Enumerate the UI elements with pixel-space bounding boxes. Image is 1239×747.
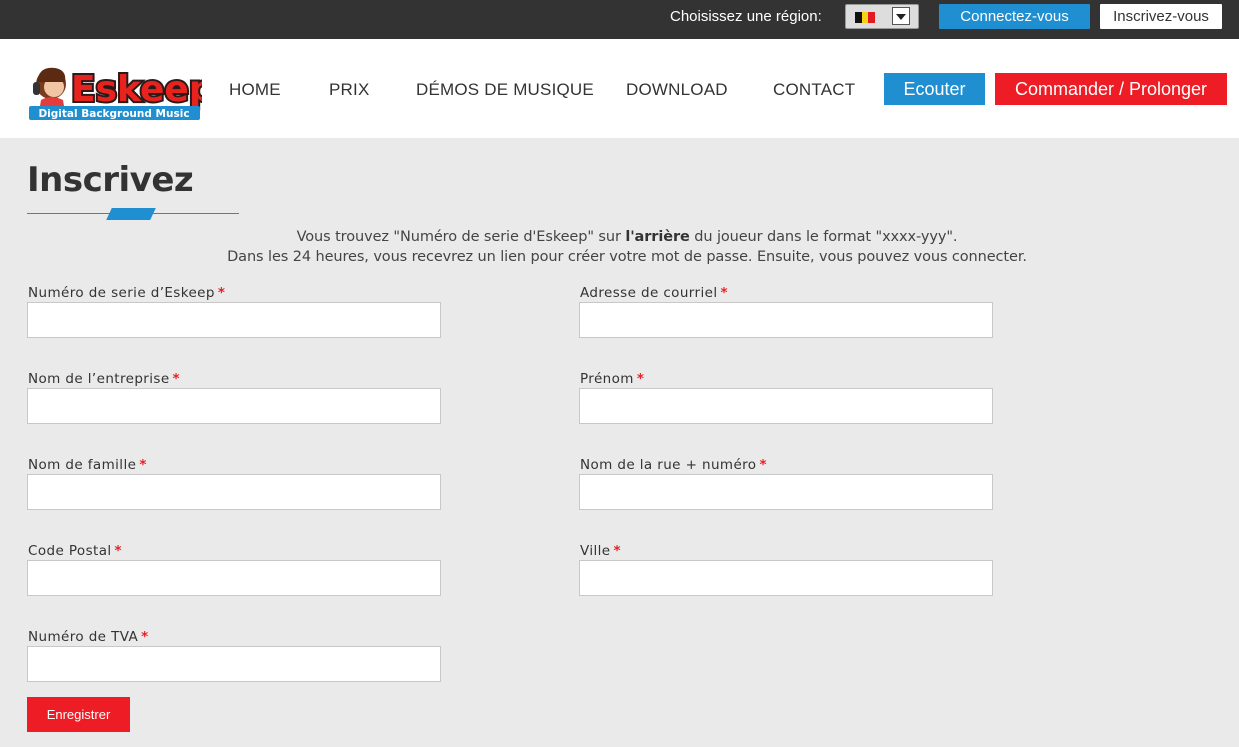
register-button[interactable]: Inscrivez-vous — [1100, 4, 1222, 29]
email-input[interactable] — [579, 302, 993, 338]
email-label: Adresse de courriel * — [580, 285, 728, 301]
title-accent — [106, 208, 156, 220]
last-name-input[interactable] — [27, 474, 441, 510]
last-name-label: Nom de famille * — [28, 457, 147, 473]
submit-button[interactable]: Enregistrer — [27, 697, 130, 732]
street-input[interactable] — [579, 474, 993, 510]
city-label: Ville * — [580, 543, 621, 559]
nav-home[interactable]: HOME — [229, 80, 281, 100]
site-header: Eskeep Eskeep Digital Background Music H… — [0, 39, 1239, 138]
listen-button[interactable]: Ecouter — [884, 73, 985, 105]
intro-line-2: Dans les 24 heures, vous recevrez un lie… — [227, 249, 1027, 265]
company-name-label: Nom de l’entreprise * — [28, 371, 181, 387]
nav-prix[interactable]: PRIX — [329, 80, 369, 100]
eskeep-logo[interactable]: Eskeep Eskeep Digital Background Music — [27, 60, 217, 122]
first-name-label: Prénom * — [580, 371, 645, 387]
svg-text:Eskeep: Eskeep — [71, 69, 202, 110]
postal-code-label: Code Postal * — [28, 543, 122, 559]
company-name-input[interactable] — [27, 388, 441, 424]
nav-download[interactable]: DOWNLOAD — [626, 80, 728, 100]
serial-number-label: Numéro de serie d’Eskeep * — [28, 285, 226, 301]
vat-number-label: Numéro de TVA * — [28, 629, 149, 645]
nav-demos[interactable]: DÉMOS DE MUSIQUE — [416, 80, 594, 100]
city-input[interactable] — [579, 560, 993, 596]
postal-code-input[interactable] — [27, 560, 441, 596]
svg-text:Digital Background Music: Digital Background Music — [38, 108, 189, 120]
page-title: Inscrivez — [27, 160, 194, 200]
nav-contact[interactable]: CONTACT — [773, 80, 855, 100]
top-bar: Choisissez une région: Connectez-vous In… — [0, 0, 1239, 39]
street-label: Nom de la rue + numéro * — [580, 457, 767, 473]
region-select[interactable] — [845, 4, 919, 29]
belgium-flag-icon — [855, 12, 876, 23]
intro-line-1: Vous trouvez "Numéro de serie d'Eskeep" … — [296, 229, 958, 245]
first-name-input[interactable] — [579, 388, 993, 424]
region-label: Choisissez une région: — [670, 8, 822, 25]
login-button[interactable]: Connectez-vous — [939, 4, 1090, 29]
serial-number-input[interactable] — [27, 302, 441, 338]
order-button[interactable]: Commander / Prolonger — [995, 73, 1227, 105]
vat-number-input[interactable] — [27, 646, 441, 682]
chevron-down-icon[interactable] — [892, 7, 910, 25]
